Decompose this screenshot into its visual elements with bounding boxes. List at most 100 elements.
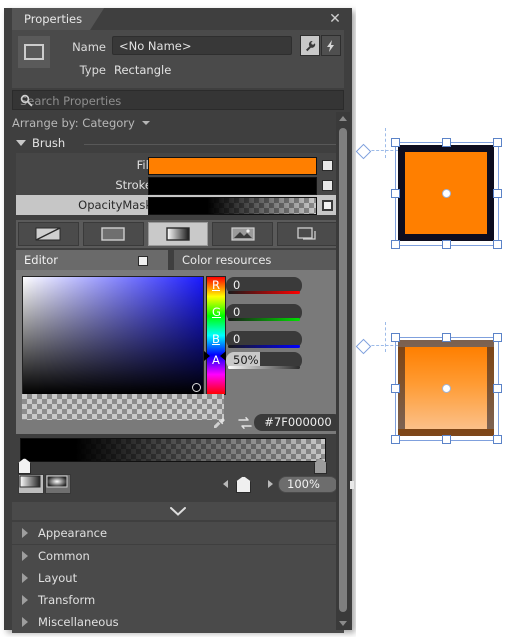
category-label: Transform — [38, 593, 96, 607]
opacitymask-advanced-button[interactable] — [322, 200, 333, 211]
channel-label-b: B — [212, 332, 220, 346]
properties-panel: Properties ✕ Name <No Name> Type Rectang… — [4, 8, 354, 633]
name-input[interactable]: <No Name> — [112, 36, 292, 55]
tile-brush-button[interactable] — [212, 222, 274, 246]
tab-color-resources[interactable]: Color resources — [174, 250, 340, 270]
no-brush-button[interactable] — [18, 222, 79, 246]
brush-group-header[interactable]: Brush — [12, 135, 344, 153]
channel-ramp-b — [228, 345, 300, 348]
stroke-label: Stroke — [115, 178, 152, 192]
search-icon — [20, 94, 337, 110]
handle-e[interactable] — [493, 189, 502, 198]
gradient-stop-end[interactable] — [314, 458, 327, 474]
stroke-advanced-button[interactable] — [322, 180, 333, 191]
stroke-swatch[interactable] — [148, 177, 317, 195]
expander-closed-icon — [22, 617, 28, 627]
handle-w[interactable] — [391, 384, 400, 393]
expander-closed-icon — [22, 595, 28, 605]
gradient-brush-button[interactable] — [147, 222, 209, 246]
hex-color-input[interactable]: #7F000000 — [254, 414, 342, 431]
next-stop-icon[interactable] — [266, 479, 274, 492]
category-label: Miscellaneous — [38, 615, 119, 629]
wrench-icon[interactable] — [300, 35, 320, 56]
scroll-up-icon[interactable] — [339, 116, 347, 121]
fill-swatch[interactable] — [148, 157, 317, 175]
brush-type-toolbar — [16, 220, 340, 248]
collapse-editor-button[interactable] — [12, 502, 344, 520]
scroll-down-icon[interactable] — [339, 621, 347, 626]
handle-se[interactable] — [493, 435, 502, 444]
brush-row-fill[interactable]: Fill — [16, 155, 340, 175]
pin-icon[interactable] — [138, 256, 148, 266]
gradient-stop-start[interactable] — [18, 458, 31, 474]
channel-ramp-a — [228, 366, 300, 369]
group-divider — [84, 144, 342, 145]
chevron-down-icon — [142, 121, 151, 125]
swap-colors-icon[interactable] — [238, 416, 252, 433]
anchor-handle[interactable] — [355, 338, 372, 355]
category-common[interactable]: Common — [12, 545, 344, 567]
solid-color-brush-button[interactable] — [82, 222, 144, 246]
previous-stop-icon[interactable] — [222, 479, 230, 492]
tab-properties[interactable]: Properties — [12, 8, 104, 30]
panel-tabstrip: Properties ✕ — [4, 8, 352, 30]
brush-row-stroke[interactable]: Stroke — [16, 175, 340, 195]
handle-w[interactable] — [391, 189, 400, 198]
panel-scrollbar[interactable] — [336, 112, 350, 630]
category-appearance[interactable]: Appearance — [12, 522, 344, 544]
arrange-by-label: Arrange by: Category — [12, 116, 135, 130]
saturation-value-box[interactable] — [22, 276, 204, 395]
handle-nw[interactable] — [391, 333, 400, 342]
rectangle-masked[interactable] — [391, 333, 502, 444]
handle-s[interactable] — [442, 435, 451, 444]
transform-origin[interactable] — [442, 189, 451, 198]
channel-label-g: G — [212, 305, 221, 319]
selected-stop-marker[interactable] — [236, 476, 251, 493]
close-icon[interactable]: ✕ — [326, 10, 344, 28]
design-canvas[interactable] — [355, 0, 509, 637]
brush-row-opacitymask[interactable]: OpacityMask — [16, 195, 340, 215]
handle-sw[interactable] — [391, 435, 400, 444]
type-label: Type — [79, 63, 106, 77]
transform-origin[interactable] — [442, 384, 451, 393]
lightning-bolt-icon[interactable] — [321, 35, 341, 56]
object-header: Name <No Name> Type Rectangle — [12, 30, 344, 88]
channel-row-b: B 0 — [212, 331, 302, 348]
handle-e[interactable] — [493, 384, 502, 393]
opacitymask-swatch[interactable] — [148, 197, 317, 215]
tab-editor[interactable]: Editor — [16, 250, 168, 270]
category-layout[interactable]: Layout — [12, 567, 344, 589]
expander-closed-icon — [22, 528, 28, 538]
stop-offset-input[interactable]: 100% — [278, 476, 338, 493]
brush-rows: Fill Stroke OpacityMask — [16, 153, 340, 215]
brush-resource-button[interactable] — [277, 222, 338, 246]
search-properties-input[interactable]: Search Properties — [12, 90, 344, 110]
handle-ne[interactable] — [493, 333, 502, 342]
handle-nw[interactable] — [391, 138, 400, 147]
handle-n[interactable] — [442, 333, 451, 342]
gradient-stop-editor — [16, 438, 340, 474]
tab-editor-label: Editor — [24, 253, 59, 267]
handle-sw[interactable] — [391, 240, 400, 249]
name-label: Name — [72, 40, 106, 54]
fill-advanced-button[interactable] — [322, 160, 333, 171]
gradient-bar[interactable] — [20, 438, 326, 462]
handle-ne[interactable] — [493, 138, 502, 147]
handle-se[interactable] — [493, 240, 502, 249]
radial-gradient-icon[interactable] — [45, 474, 71, 494]
rectangle-solid[interactable] — [391, 138, 502, 249]
arrange-by-dropdown[interactable]: Arrange by: Category — [12, 116, 151, 130]
expander-closed-icon — [22, 551, 28, 561]
category-miscellaneous[interactable]: Miscellaneous — [12, 611, 344, 633]
alpha-preview-strip — [22, 394, 224, 420]
scrollbar-thumb[interactable] — [339, 128, 347, 612]
eyedropper-icon[interactable] — [212, 417, 226, 434]
linear-gradient-icon[interactable] — [18, 474, 44, 494]
channel-row-r: R 0 — [212, 277, 302, 294]
anchor-handle[interactable] — [355, 143, 372, 160]
sv-cursor — [192, 383, 201, 392]
expander-closed-icon — [22, 573, 28, 583]
category-transform[interactable]: Transform — [12, 589, 344, 611]
handle-s[interactable] — [442, 240, 451, 249]
handle-n[interactable] — [442, 138, 451, 147]
